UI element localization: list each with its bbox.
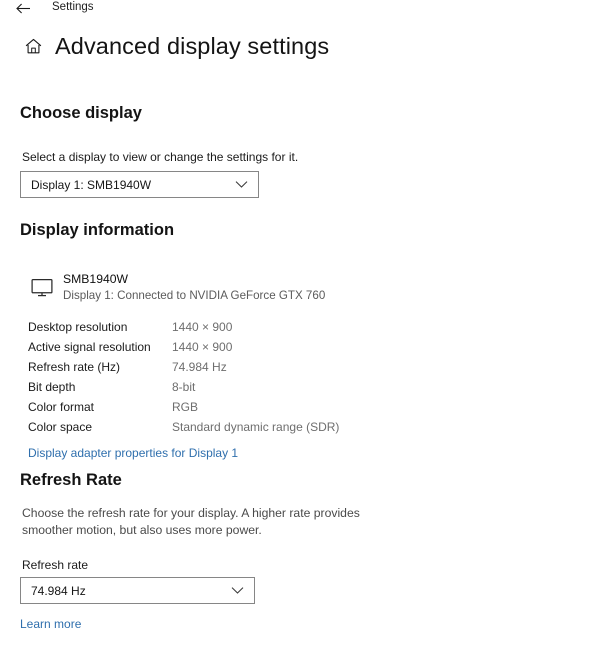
table-row: Bit depth 8-bit — [28, 377, 388, 397]
info-value: Standard dynamic range (SDR) — [172, 420, 340, 434]
info-label: Refresh rate (Hz) — [28, 360, 121, 374]
refresh-rate-heading: Refresh Rate — [20, 471, 122, 489]
monitor-connection: Display 1: Connected to NVIDIA GeForce G… — [63, 289, 326, 302]
display-adapter-properties-link[interactable]: Display adapter properties for Display 1 — [28, 446, 238, 460]
refresh-rate-select-value: 74.984 Hz — [31, 583, 86, 598]
info-value: 1440 × 900 — [172, 320, 233, 334]
chevron-down-icon — [230, 584, 244, 598]
window-title: Settings — [52, 1, 94, 13]
refresh-rate-field-label: Refresh rate — [22, 558, 89, 572]
monitor-name: SMB1940W — [63, 272, 129, 286]
page-title: Advanced display settings — [55, 33, 330, 59]
settings-page: Advanced display settings Choose display… — [0, 16, 600, 666]
info-value: RGB — [172, 400, 199, 414]
table-row: Color space Standard dynamic range (SDR) — [28, 417, 388, 437]
table-row: Color format RGB — [28, 397, 388, 417]
refresh-rate-select[interactable]: 74.984 Hz — [20, 577, 255, 604]
display-select-value: Display 1: SMB1940W — [31, 177, 152, 192]
table-row: Desktop resolution 1440 × 900 — [28, 317, 388, 337]
display-information-table: Desktop resolution 1440 × 900 Active sig… — [28, 317, 388, 437]
home-icon[interactable] — [20, 34, 46, 60]
info-value: 8-bit — [172, 380, 196, 394]
refresh-rate-description: Choose the refresh rate for your display… — [22, 506, 360, 537]
chevron-down-icon — [234, 178, 248, 192]
info-label: Desktop resolution — [28, 320, 128, 334]
info-label: Active signal resolution — [28, 340, 151, 354]
table-row: Refresh rate (Hz) 74.984 Hz — [28, 357, 388, 377]
info-label: Color format — [28, 400, 95, 414]
choose-display-description: Select a display to view or change the s… — [22, 150, 299, 164]
info-label: Bit depth — [28, 380, 76, 394]
learn-more-link[interactable]: Learn more — [20, 617, 81, 631]
info-value: 74.984 Hz — [172, 360, 227, 374]
page-header: Advanced display settings — [20, 33, 329, 60]
window-titlebar: Settings — [0, 0, 600, 16]
back-arrow-icon — [15, 3, 30, 13]
monitor-summary: SMB1940W Display 1: Connected to NVIDIA … — [30, 272, 325, 304]
choose-display-heading: Choose display — [20, 104, 142, 122]
display-select[interactable]: Display 1: SMB1940W — [20, 171, 259, 198]
info-value: 1440 × 900 — [172, 340, 233, 354]
monitor-icon — [30, 275, 54, 299]
info-label: Color space — [28, 420, 93, 434]
display-information-heading: Display information — [20, 221, 175, 239]
table-row: Active signal resolution 1440 × 900 — [28, 337, 388, 357]
